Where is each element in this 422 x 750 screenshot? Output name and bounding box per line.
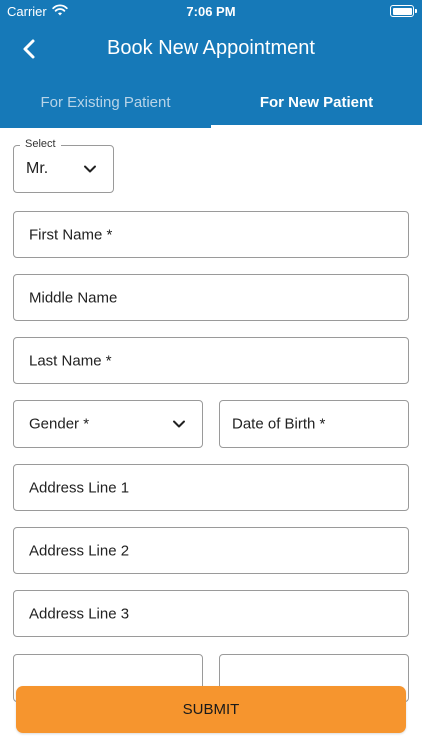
middle-name-placeholder: Middle Name (29, 289, 118, 306)
address-line-3-placeholder: Address Line 3 (29, 605, 130, 622)
middle-name-field[interactable]: Middle Name (13, 274, 409, 321)
chevron-down-icon (84, 165, 96, 173)
dob-placeholder: Date of Birth * (232, 415, 326, 433)
gender-placeholder: Gender * (29, 415, 90, 433)
address-line-1-placeholder: Address Line 1 (29, 479, 130, 496)
address-line-1-field[interactable]: Address Line 1 (13, 464, 409, 511)
tab-existing-patient[interactable]: For Existing Patient (0, 82, 211, 128)
status-time: 7:06 PM (186, 4, 236, 19)
dob-field[interactable]: Date of Birth * (219, 400, 409, 448)
salutation-legend: Select (20, 138, 61, 150)
last-name-placeholder: Last Name * (29, 352, 112, 369)
address-line-3-field[interactable]: Address Line 3 (13, 590, 409, 637)
page-title: Book New Appointment (107, 37, 315, 59)
salutation-value: Mr. (26, 160, 49, 177)
address-line-2-placeholder: Address Line 2 (29, 542, 130, 559)
tab-indicator (211, 125, 422, 128)
status-bar: Carrier 7:06 PM (0, 0, 422, 24)
battery-icon (390, 5, 417, 17)
salutation-select[interactable]: Mr. (13, 145, 114, 193)
last-name-field[interactable]: Last Name * (13, 337, 409, 384)
address-line-2-field[interactable]: Address Line 2 (13, 527, 409, 574)
app-header: Carrier 7:06 PM Book New Appointment For… (0, 0, 422, 128)
first-name-placeholder: First Name * (29, 226, 113, 243)
gender-select[interactable]: Gender * (13, 400, 203, 448)
tab-new-patient[interactable]: For New Patient (211, 82, 422, 128)
first-name-field[interactable]: First Name * (13, 211, 409, 258)
chevron-down-icon (173, 420, 185, 428)
submit-button[interactable]: SUBMIT (16, 686, 406, 733)
